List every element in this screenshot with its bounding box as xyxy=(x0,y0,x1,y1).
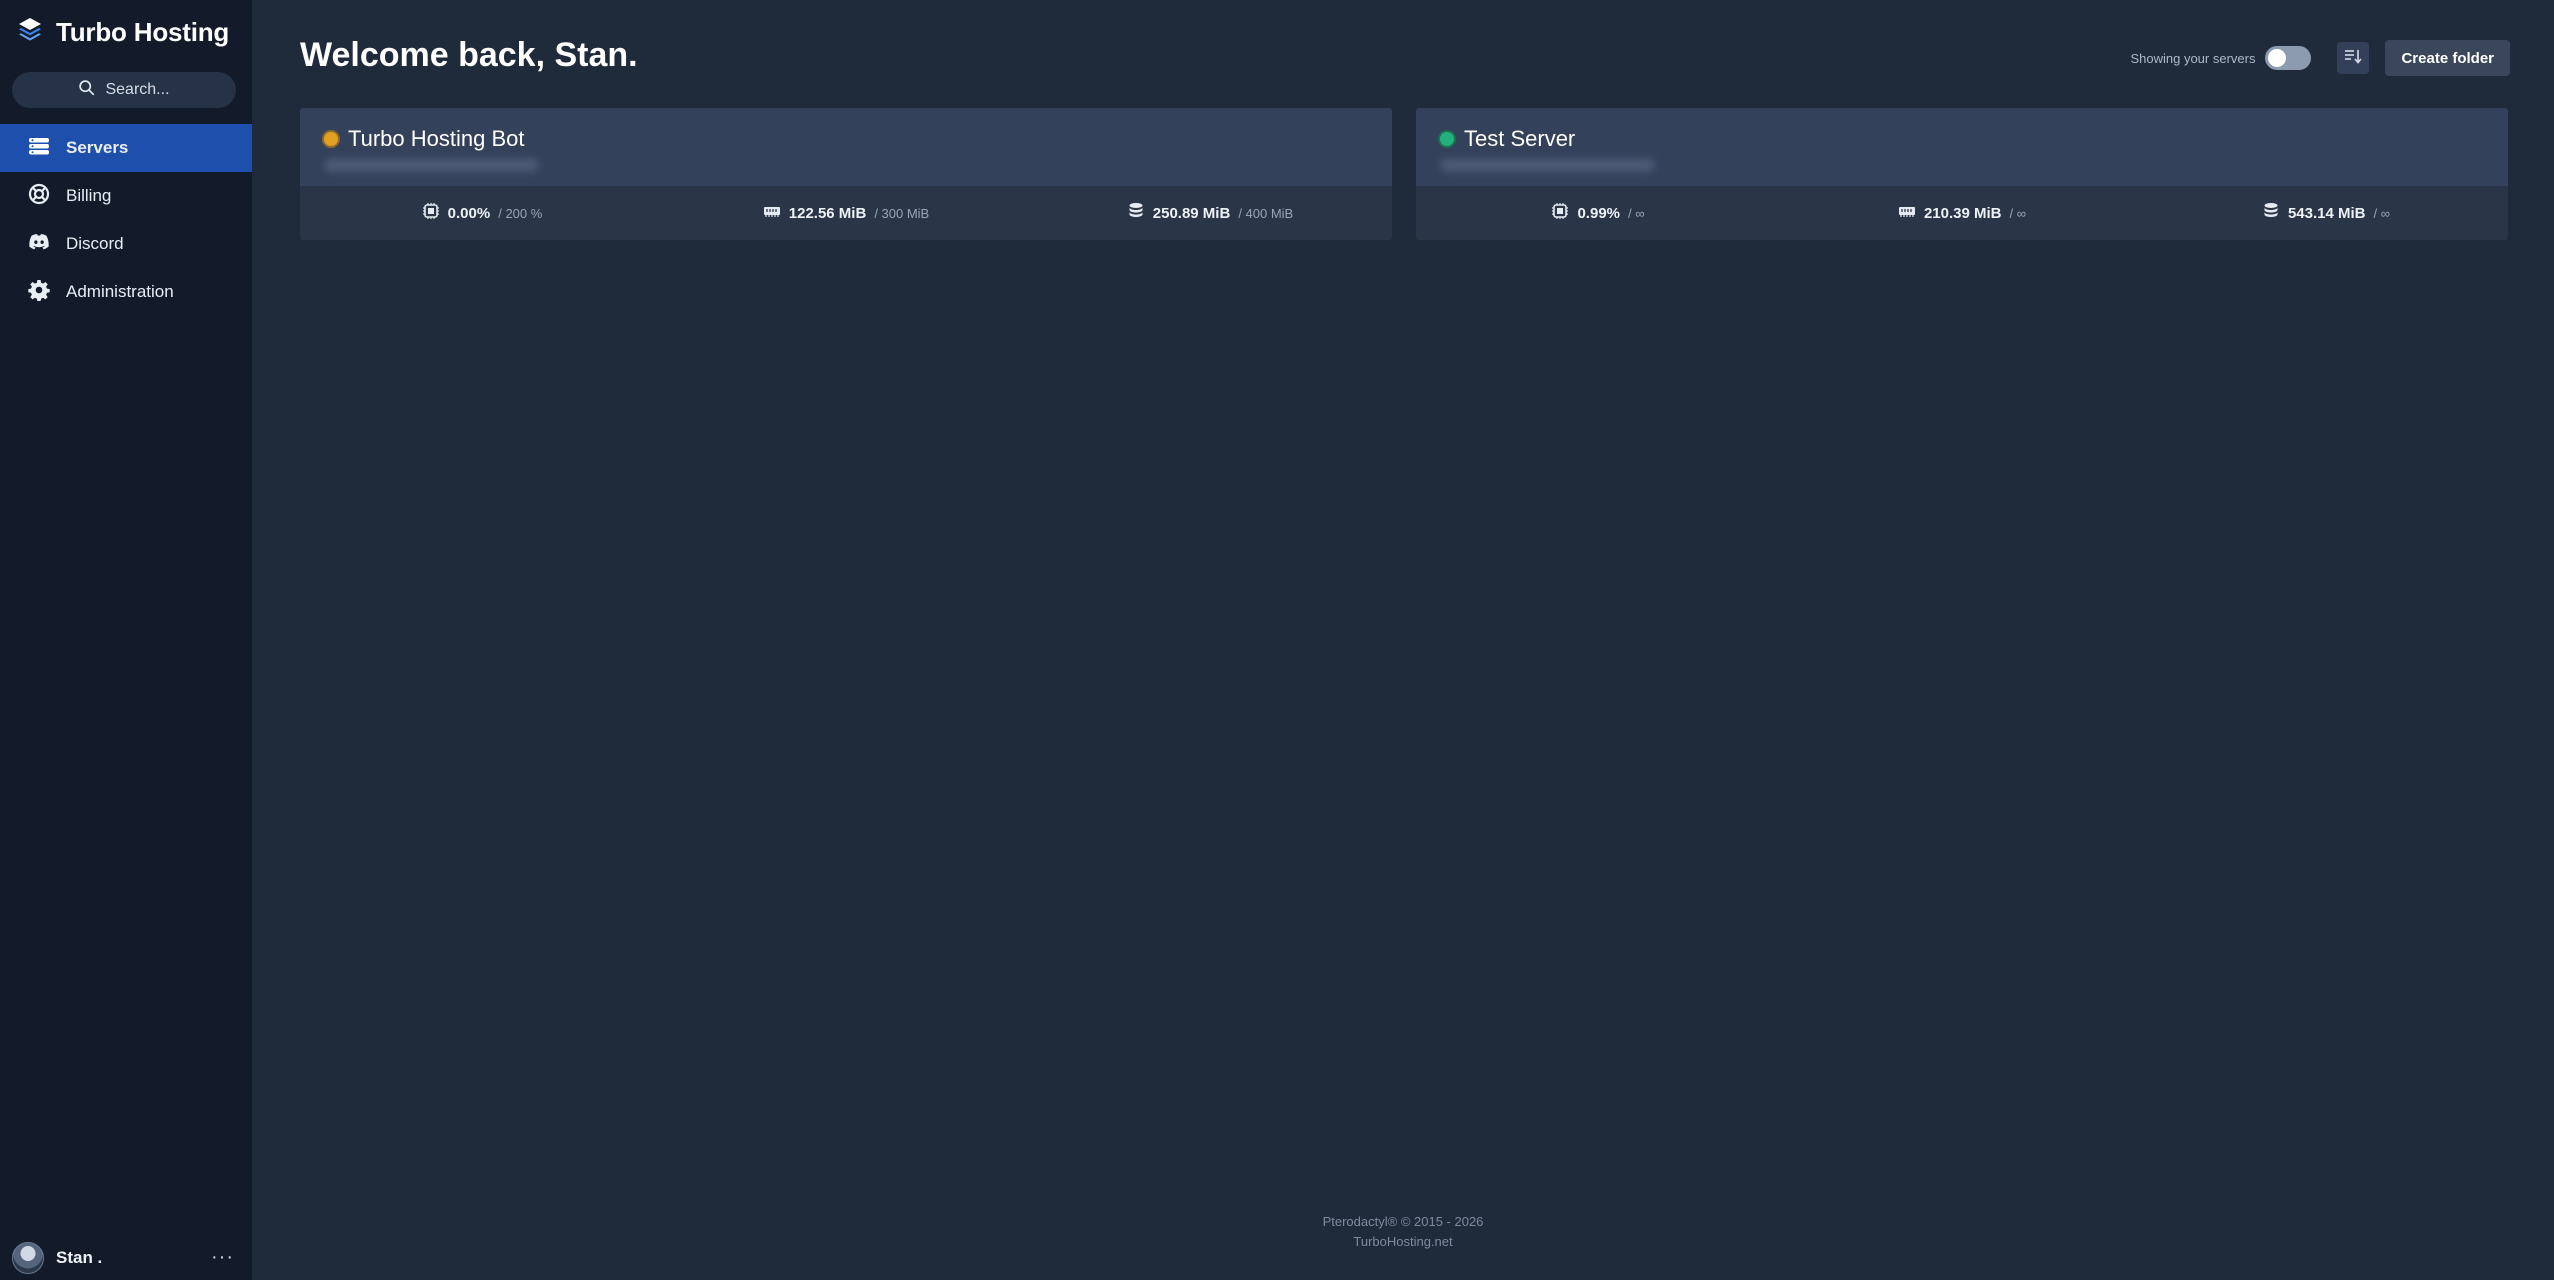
cpu-icon xyxy=(1551,202,1569,224)
database-icon xyxy=(2262,202,2280,224)
search-placeholder: Search... xyxy=(105,81,170,98)
cpu-value: 0.00% xyxy=(447,204,491,222)
cpu-icon xyxy=(422,202,440,224)
server-address-blurred xyxy=(1440,158,1655,172)
status-indicator xyxy=(1440,132,1454,146)
cpu-stat: 0.99% / ∞ xyxy=(1416,202,1780,224)
sort-button[interactable] xyxy=(2337,42,2370,74)
disk-limit: / 400 MiB xyxy=(1238,205,1294,221)
billing-icon xyxy=(28,183,50,210)
server-address-blurred xyxy=(324,158,539,172)
user-name: Stan . xyxy=(56,1248,103,1267)
sidebar-nav: Servers Billing Discord Administration xyxy=(0,124,252,316)
memory-stat: 210.39 MiB / ∞ xyxy=(1780,202,2144,224)
disk-stat: 543.14 MiB / ∞ xyxy=(2144,202,2508,224)
memory-icon xyxy=(763,202,781,224)
memory-value: 122.56 MiB xyxy=(788,204,867,222)
brand[interactable]: Turbo Hosting xyxy=(18,14,229,50)
memory-limit: / ∞ xyxy=(2009,205,2027,221)
sidebar-item-servers[interactable]: Servers xyxy=(0,124,252,172)
sidebar: Turbo Hosting Search... Servers Billing … xyxy=(0,0,252,1280)
disk-value: 250.89 MiB xyxy=(1152,204,1231,222)
footer-site-link[interactable]: TurboHosting.net xyxy=(252,1232,2554,1252)
server-card[interactable]: Test Server 0.99% / ∞ 210.39 MiB / ∞ 543… xyxy=(1416,108,2508,240)
footer-copyright: Pterodactyl® © 2015 - 2026 xyxy=(1322,1214,1484,1229)
memory-value: 210.39 MiB xyxy=(1923,204,2002,222)
sort-icon xyxy=(2344,47,2363,70)
footer: Pterodactyl® © 2015 - 2026 TurboHosting.… xyxy=(252,1212,2554,1252)
toolbar: Showing your servers Create folder xyxy=(2130,40,2510,76)
page-title: Welcome back, Stan. xyxy=(300,36,638,74)
status-indicator xyxy=(324,132,338,146)
server-card-header: Test Server xyxy=(1416,108,2508,186)
memory-limit: / 300 MiB xyxy=(874,205,930,221)
avatar xyxy=(12,1242,44,1274)
memory-icon xyxy=(1898,202,1916,224)
sidebar-item-label: Discord xyxy=(66,234,124,253)
show-servers-toggle[interactable] xyxy=(2265,46,2312,70)
search-input[interactable]: Search... xyxy=(12,72,236,108)
server-card[interactable]: Turbo Hosting Bot 0.00% / 200 % 122.56 M… xyxy=(300,108,1392,240)
main-content: Welcome back, Stan. Showing your servers… xyxy=(252,0,2554,1280)
sidebar-item-label: Billing xyxy=(66,186,112,205)
search-icon xyxy=(78,79,95,101)
cpu-limit: / 200 % xyxy=(498,205,543,221)
server-card-header: Turbo Hosting Bot xyxy=(300,108,1392,186)
more-icon[interactable]: ··· xyxy=(211,1246,234,1269)
sidebar-item-discord[interactable]: Discord xyxy=(0,220,252,268)
sidebar-item-billing[interactable]: Billing xyxy=(0,172,252,220)
server-stats: 0.00% / 200 % 122.56 MiB / 300 MiB 250.8… xyxy=(300,186,1392,240)
sidebar-item-administration[interactable]: Administration xyxy=(0,268,252,316)
cpu-value: 0.99% xyxy=(1577,204,1621,222)
stack-icon xyxy=(18,17,42,48)
discord-icon xyxy=(28,231,50,258)
gear-icon xyxy=(28,279,50,306)
memory-stat: 122.56 MiB / 300 MiB xyxy=(664,202,1028,224)
cpu-limit: / ∞ xyxy=(1628,205,1645,221)
brand-name: Turbo Hosting xyxy=(56,16,230,47)
database-icon xyxy=(1127,202,1145,224)
server-name: Test Server xyxy=(1464,126,1576,151)
toggle-label: Showing your servers xyxy=(2130,50,2256,66)
sidebar-item-label: Administration xyxy=(66,282,174,301)
create-folder-button[interactable]: Create folder xyxy=(2385,40,2510,76)
cpu-stat: 0.00% / 200 % xyxy=(300,202,664,224)
server-stats: 0.99% / ∞ 210.39 MiB / ∞ 543.14 MiB / ∞ xyxy=(1416,186,2508,240)
sidebar-item-label: Servers xyxy=(66,138,129,157)
servers-icon xyxy=(28,135,50,162)
disk-value: 543.14 MiB xyxy=(2287,204,2366,222)
disk-limit: / ∞ xyxy=(2373,205,2391,221)
disk-stat: 250.89 MiB / 400 MiB xyxy=(1028,202,1392,224)
server-name: Turbo Hosting Bot xyxy=(348,126,525,151)
user-menu[interactable]: Stan . ··· xyxy=(0,1236,252,1280)
